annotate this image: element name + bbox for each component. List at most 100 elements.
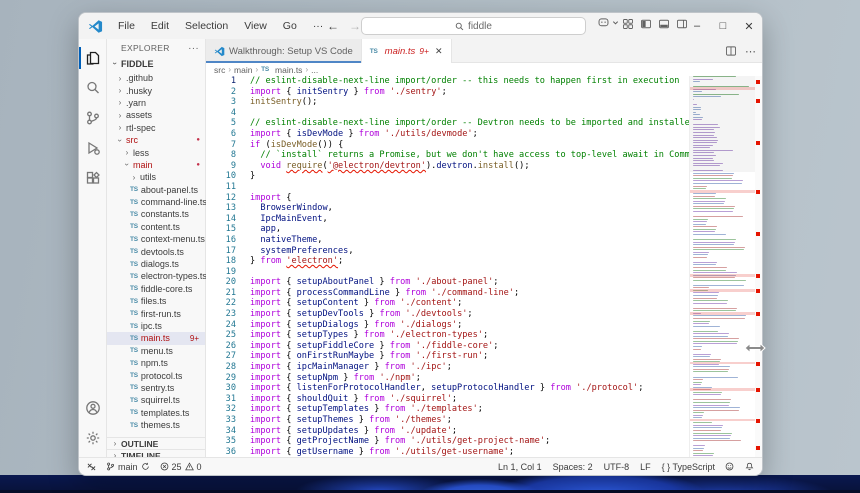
feedback-button[interactable] (725, 462, 734, 471)
file-protocol.ts[interactable]: TSprotocol.ts (107, 369, 205, 381)
file-fiddle-core.ts[interactable]: TSfiddle-core.ts (107, 283, 205, 295)
breadcrumb-main[interactable]: main (234, 65, 252, 75)
code-line[interactable]: 16 nativeTheme, (206, 235, 689, 246)
close-tab-icon[interactable]: ✕ (435, 46, 443, 57)
code-editor[interactable]: 1// eslint-disable-next-line import/orde… (206, 76, 689, 457)
folder-.github[interactable]: ›.github (107, 72, 205, 84)
toggle-panel-icon[interactable] (658, 18, 670, 30)
code-line[interactable]: 25import { setupTypes } from './electron… (206, 330, 689, 341)
branch-status[interactable]: main (106, 462, 150, 472)
code-line[interactable]: 33import { setupThemes } from './themes'… (206, 415, 689, 426)
overview-ruler[interactable] (755, 76, 762, 457)
code-line[interactable]: 12import { (206, 193, 689, 204)
file-sentry.ts[interactable]: TSsentry.ts (107, 382, 205, 394)
code-line[interactable]: 35import { getProjectName } from './util… (206, 436, 689, 447)
code-line[interactable]: 2import { initSentry } from './sentry'; (206, 87, 689, 98)
code-line[interactable]: 36import { getUsername } from './utils/g… (206, 447, 689, 457)
file-dialogs.ts[interactable]: TSdialogs.ts (107, 258, 205, 270)
file-command-line.ts[interactable]: TScommand-line.ts (107, 196, 205, 208)
code-line[interactable]: 26import { setupFiddleCore } from './fid… (206, 341, 689, 352)
maximize-button[interactable]: □ (710, 13, 736, 39)
code-line[interactable]: 6import { isDevMode } from './utils/devm… (206, 129, 689, 140)
command-center-search[interactable]: fiddle (361, 17, 586, 35)
file-files.ts[interactable]: TSfiles.ts (107, 295, 205, 307)
code-line[interactable]: 22import { setupContent } from './conten… (206, 298, 689, 309)
code-line[interactable]: 28import { ipcMainManager } from './ipc'… (206, 362, 689, 373)
code-line[interactable]: 19 (206, 267, 689, 278)
outline-section[interactable]: › OUTLINE (107, 437, 205, 449)
code-line[interactable]: 34import { setupUpdates } from './update… (206, 426, 689, 437)
file-npm.ts[interactable]: TSnpm.ts (107, 357, 205, 369)
status-lf[interactable]: LF (640, 462, 651, 472)
code-line[interactable]: 24import { setupDialogs } from './dialog… (206, 320, 689, 331)
file-content.ts[interactable]: TScontent.ts (107, 221, 205, 233)
code-line[interactable]: 11 (206, 182, 689, 193)
code-line[interactable]: 8 // `install` returns a Promise, but we… (206, 150, 689, 161)
file-first-run.ts[interactable]: TSfirst-run.ts (107, 307, 205, 319)
code-line[interactable]: 20import { setupAboutPanel } from './abo… (206, 277, 689, 288)
menu-selection[interactable]: Selection (178, 18, 235, 34)
file-templates.ts[interactable]: TStemplates.ts (107, 407, 205, 419)
code-line[interactable]: 3initSentry(); (206, 97, 689, 108)
code-line[interactable]: 23import { setupDevTools } from './devto… (206, 309, 689, 320)
folder-utils[interactable]: ›utils (107, 171, 205, 183)
file-electron-types.ts[interactable]: TSelectron-types.ts (107, 270, 205, 282)
file-squirrel.ts[interactable]: TSsquirrel.ts (107, 394, 205, 406)
activity-search[interactable] (79, 73, 107, 103)
code-line[interactable]: 14 IpcMainEvent, (206, 214, 689, 225)
folder-less[interactable]: ›less (107, 146, 205, 158)
notifications-button[interactable] (745, 462, 754, 471)
menu-go[interactable]: Go (276, 18, 304, 34)
file-menu.ts[interactable]: TSmenu.ts (107, 345, 205, 357)
tab-walkthrough-setup-vs-code[interactable]: Walkthrough: Setup VS Code (206, 39, 362, 63)
code-line[interactable]: 18} from 'electron'; (206, 256, 689, 267)
menu-edit[interactable]: Edit (144, 18, 176, 34)
activity-source-control[interactable] (79, 103, 107, 133)
status-ln-1-col-1[interactable]: Ln 1, Col 1 (498, 462, 542, 472)
folder-.husky[interactable]: ›.husky (107, 84, 205, 96)
folder-assets[interactable]: ›assets (107, 109, 205, 121)
split-editor-icon[interactable] (725, 45, 737, 57)
code-line[interactable]: 32import { setupTemplates } from './temp… (206, 404, 689, 415)
code-line[interactable]: 9 void require('@electron/devtron').devt… (206, 161, 689, 172)
activity-run-debug[interactable] (79, 133, 107, 163)
minimap[interactable] (689, 76, 755, 457)
code-line[interactable]: 13 BrowserWindow, (206, 203, 689, 214)
file-devtools.ts[interactable]: TSdevtools.ts (107, 245, 205, 257)
menu-view[interactable]: View (237, 18, 274, 34)
minimize-button[interactable]: – (684, 13, 710, 39)
file-main.ts[interactable]: TSmain.ts9+ (107, 332, 205, 344)
folder-main[interactable]: ›main● (107, 159, 205, 171)
code-line[interactable]: 5// eslint-disable-next-line import/orde… (206, 118, 689, 129)
editor-more-actions-icon[interactable]: ⋯ (745, 45, 756, 58)
code-line[interactable]: 31import { shouldQuit } from './squirrel… (206, 394, 689, 405)
code-line[interactable]: 7if (isDevMode()) { (206, 140, 689, 151)
code-line[interactable]: 29import { setupNpm } from './npm'; (206, 373, 689, 384)
code-line[interactable]: 30import { listenForProtocolHandler, set… (206, 383, 689, 394)
code-line[interactable]: 15 app, (206, 224, 689, 235)
explorer-more-actions[interactable]: ··· (188, 43, 199, 54)
status--typescript[interactable]: { } TypeScript (662, 462, 715, 472)
file-ipc.ts[interactable]: TSipc.ts (107, 320, 205, 332)
file-constants.ts[interactable]: TSconstants.ts (107, 208, 205, 220)
folder-src[interactable]: ›src● (107, 134, 205, 146)
tab-main-ts[interactable]: TSmain.ts9+✕ (362, 39, 452, 63)
customize-layout-icon[interactable] (622, 18, 634, 30)
file-context-menu.ts[interactable]: TScontext-menu.ts (107, 233, 205, 245)
folder-rtl-spec[interactable]: ›rtl-spec (107, 122, 205, 134)
file-about-panel.ts[interactable]: TSabout-panel.ts (107, 184, 205, 196)
settings-button[interactable] (79, 423, 107, 453)
back-arrow-icon[interactable]: ← (327, 19, 339, 33)
breadcrumb--[interactable]: ... (311, 65, 318, 75)
toggle-primary-sidebar-icon[interactable] (640, 18, 652, 30)
code-line[interactable]: 4 (206, 108, 689, 119)
code-line[interactable]: 10} (206, 171, 689, 182)
breadcrumb-main-ts[interactable]: main.ts (275, 65, 302, 75)
accounts-button[interactable] (79, 393, 107, 423)
problems-status[interactable]: 25 0 (160, 462, 202, 472)
activity-extensions[interactable] (79, 163, 107, 193)
code-line[interactable]: 1// eslint-disable-next-line import/orde… (206, 76, 689, 87)
copilot-menu[interactable] (597, 16, 619, 29)
menu-file[interactable]: File (111, 18, 142, 34)
tree-root-fiddle[interactable]: › FIDDLE (107, 57, 205, 70)
